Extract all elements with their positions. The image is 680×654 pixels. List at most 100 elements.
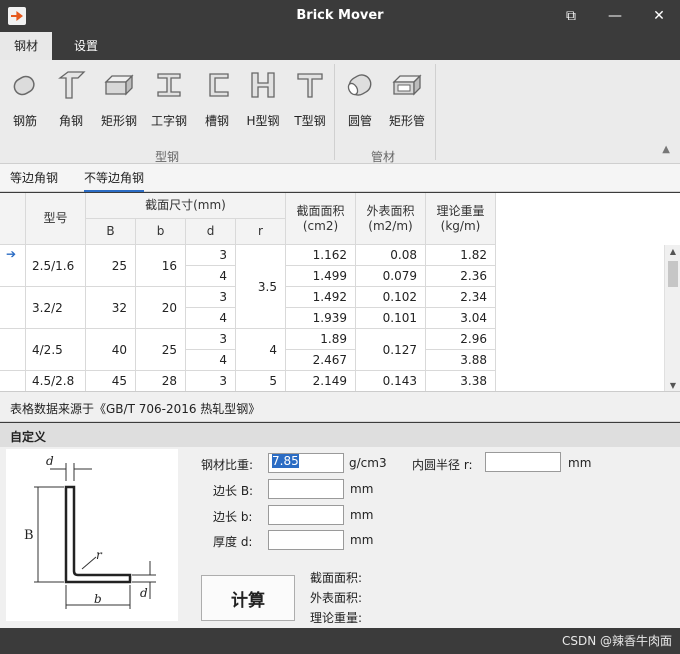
rebar-button[interactable]: 钢筋 (2, 66, 48, 129)
steel-table[interactable]: 型号 截面尺寸(mm) B b d r 截面面积 (cm2) 外表面积 (m2/… (0, 193, 680, 392)
i-beam-label: 工字钢 (150, 114, 187, 128)
row-header[interactable] (0, 287, 26, 329)
cell-d[interactable]: 3 (186, 287, 236, 308)
cell-model[interactable]: 3.2/2 (26, 287, 86, 329)
cell-area[interactable]: 1.939 (286, 308, 356, 329)
close-icon[interactable]: ✕ (644, 4, 674, 28)
cell-B[interactable]: 32 (86, 287, 136, 329)
rect-pipe-button[interactable]: 矩形管 (384, 66, 430, 129)
cell-surface[interactable]: 0.101 (356, 308, 426, 329)
h-beam-button[interactable]: H型钢 (240, 66, 286, 129)
cell-surface[interactable]: 0.127 (356, 329, 426, 371)
cell-b[interactable]: 28 (136, 371, 186, 391)
channel-steel-button[interactable]: 槽钢 (194, 66, 240, 129)
density-input[interactable]: 7.85 (268, 453, 344, 473)
cell-d[interactable]: 4 (186, 266, 236, 287)
round-pipe-label: 圆管 (347, 114, 372, 128)
cell-weight[interactable]: 3.88 (426, 350, 496, 371)
density-value: 7.85 (272, 454, 299, 468)
group-separator (334, 64, 335, 160)
tab-steel[interactable]: 钢材 (0, 32, 53, 60)
diagram-label-b: b (94, 592, 102, 606)
cell-weight[interactable]: 2.34 (426, 287, 496, 308)
diagram-label-r: r (96, 548, 103, 562)
cell-d[interactable]: 3 (186, 245, 236, 266)
cell-d[interactable]: 4 (186, 308, 236, 329)
angle-steel-button[interactable]: 角钢 (48, 66, 94, 129)
cell-r[interactable]: 4 (236, 329, 286, 371)
cell-weight[interactable]: 1.82 (426, 245, 496, 266)
cell-area[interactable]: 2.149 (286, 371, 356, 391)
channel-steel-label: 槽钢 (204, 114, 229, 128)
cell-model[interactable]: 2.5/1.6 (26, 245, 86, 287)
tab-unequal-angle[interactable]: 不等边角钢 (84, 164, 145, 192)
round-pipe-button[interactable]: 圆管 (337, 66, 383, 129)
cell-surface[interactable]: 0.08 (356, 245, 426, 266)
t-steel-label: T型钢 (294, 114, 326, 128)
collapse-ribbon-icon[interactable]: ▲ (662, 144, 670, 155)
cell-surface[interactable]: 0.143 (356, 371, 426, 391)
cell-d[interactable]: 3 (186, 329, 236, 350)
row-header[interactable] (0, 371, 26, 391)
cell-area[interactable]: 1.499 (286, 266, 356, 287)
scroll-down-icon[interactable]: ▼ (665, 381, 680, 390)
rect-steel-label: 矩形钢 (100, 114, 137, 128)
row-header[interactable] (0, 329, 26, 371)
angle-steel-icon (58, 71, 86, 99)
calculate-button[interactable]: 计算 (201, 575, 295, 621)
column-header-surface: 外表面积 (m2/m) (356, 193, 426, 245)
side-B-input[interactable] (268, 479, 344, 499)
scroll-up-icon[interactable]: ▲ (665, 247, 680, 256)
cell-surface[interactable]: 0.079 (356, 266, 426, 287)
cell-B[interactable]: 25 (86, 245, 136, 287)
cell-area[interactable]: 1.89 (286, 329, 356, 350)
cell-b[interactable]: 16 (136, 245, 186, 287)
i-beam-button[interactable]: 工字钢 (146, 66, 192, 129)
cell-weight[interactable]: 2.36 (426, 266, 496, 287)
t-steel-button[interactable]: T型钢 (287, 66, 333, 129)
cell-weight[interactable]: 3.04 (426, 308, 496, 329)
cell-b[interactable]: 25 (136, 329, 186, 371)
cell-B[interactable]: 45 (86, 371, 136, 391)
custom-panel: d B r b d 钢材比重: 7.85 g/cm3 内圆半径 r: mm 边长… (0, 447, 680, 628)
cell-model[interactable]: 4/2.5 (26, 329, 86, 371)
cell-area[interactable]: 1.162 (286, 245, 356, 266)
cell-d[interactable]: 3 (186, 371, 236, 391)
restore-icon[interactable]: ⧉ (556, 4, 586, 28)
cell-model[interactable]: 4.5/2.8 (26, 371, 86, 391)
thickness-input[interactable] (268, 530, 344, 550)
status-bar: CSDN @辣香牛肉面 (0, 628, 680, 654)
cell-r[interactable]: 3.5 (236, 245, 286, 329)
cell-weight[interactable]: 3.38 (426, 371, 496, 391)
ribbon-tab-bar: 钢材 设置 (0, 32, 680, 60)
cell-weight[interactable]: 2.96 (426, 329, 496, 350)
group-label-pipes: 管材 (371, 150, 396, 164)
i-beam-icon (157, 73, 181, 97)
cell-b[interactable]: 20 (136, 287, 186, 329)
cell-d[interactable]: 4 (186, 350, 236, 371)
cell-r[interactable]: 5 (236, 371, 286, 391)
rebar-label: 钢筋 (12, 114, 37, 128)
tab-settings[interactable]: 设置 (60, 32, 112, 60)
cell-B[interactable]: 40 (86, 329, 136, 371)
channel-steel-icon (209, 73, 229, 97)
side-b-label: 边长 b: (213, 510, 253, 524)
side-b-input[interactable] (268, 505, 344, 525)
diagram-label-B: B (24, 528, 34, 543)
rect-steel-button[interactable]: 矩形钢 (96, 66, 142, 129)
cell-area[interactable]: 1.492 (286, 287, 356, 308)
diagram-label-d-top: d (46, 454, 54, 468)
rect-pipe-label: 矩形管 (388, 114, 425, 128)
cell-surface[interactable]: 0.102 (356, 287, 426, 308)
inner-radius-input[interactable] (485, 452, 561, 472)
source-note: 表格数据来源于《GB/T 706-2016 热轧型钢》 (0, 392, 680, 422)
vertical-scrollbar[interactable]: ▲ ▼ (664, 245, 680, 391)
row-header[interactable] (0, 245, 26, 287)
t-steel-icon (297, 73, 323, 98)
rebar-icon (13, 75, 35, 96)
minimize-icon[interactable]: — (600, 4, 630, 28)
row-header-corner (0, 193, 26, 245)
scroll-thumb[interactable] (668, 261, 678, 287)
tab-equal-angle[interactable]: 等边角钢 (10, 164, 58, 192)
cell-area[interactable]: 2.467 (286, 350, 356, 371)
